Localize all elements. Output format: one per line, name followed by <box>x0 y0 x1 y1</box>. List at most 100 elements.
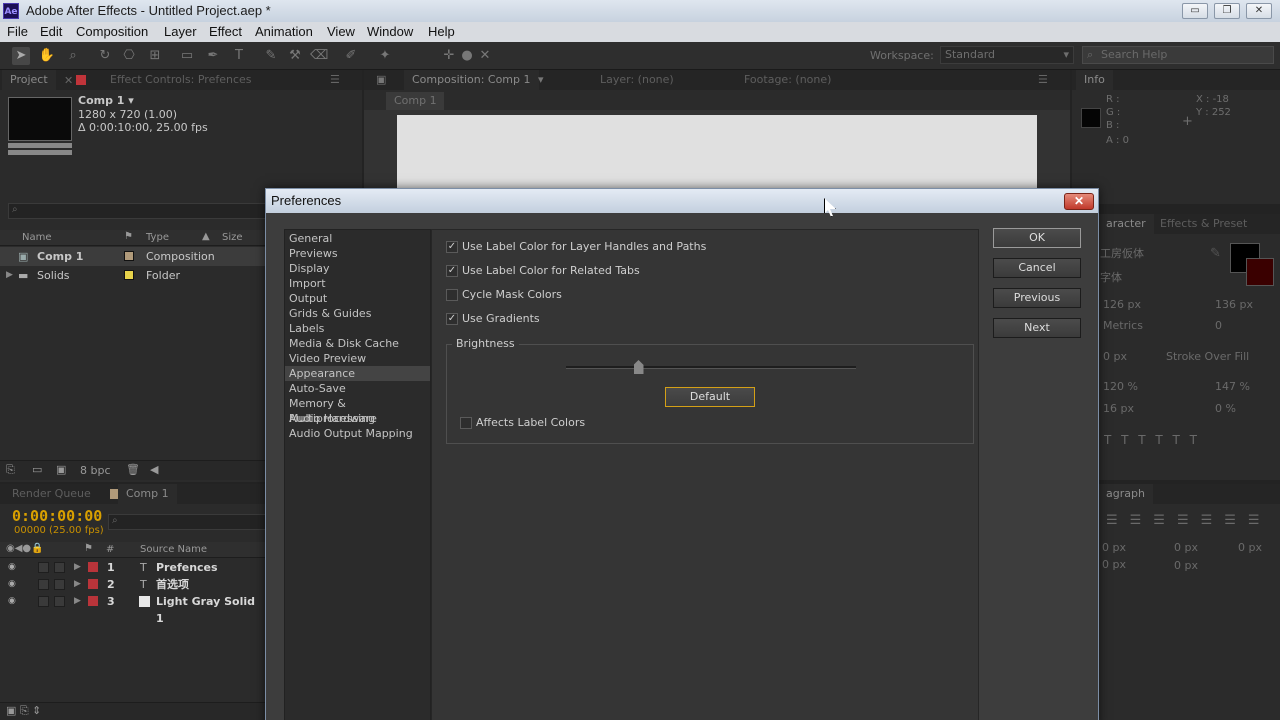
checkbox-label-color-handles[interactable]: ✓ <box>446 241 458 253</box>
brightness-slider-track[interactable] <box>566 366 856 369</box>
expand-arrow-icon[interactable]: ▶ <box>6 266 13 285</box>
timeline-footer-icons[interactable]: ▣ ⎘ ⇕ <box>6 704 41 718</box>
solo-switch[interactable] <box>38 579 49 590</box>
tab-composition[interactable]: Composition: Comp 1 <box>404 70 539 90</box>
expand-arrow-icon[interactable]: ▶ <box>74 559 81 576</box>
timeline-search-input[interactable]: ⌕ <box>108 514 266 530</box>
category-audio-hardware[interactable]: Audio Hardware <box>285 411 430 426</box>
hand-tool-icon[interactable]: ✋ <box>38 47 56 65</box>
tab-footage[interactable]: Footage: (none) <box>736 70 839 90</box>
workspace-select[interactable]: Standard ▾ <box>940 46 1074 64</box>
label-tag-icon[interactable]: ⚑ <box>84 543 93 554</box>
lock-switch[interactable] <box>54 579 65 590</box>
category-grids-guides[interactable]: Grids & Guides <box>285 306 430 321</box>
eye-icon[interactable]: ◉ <box>8 562 19 572</box>
label-color-swatch[interactable] <box>88 579 98 589</box>
selection-tool-icon[interactable]: ➤ <box>12 47 30 65</box>
world-axis-icon[interactable]: ● <box>458 47 476 65</box>
project-search-input[interactable]: ⌕ <box>8 203 266 219</box>
category-media-disk-cache[interactable]: Media & Disk Cache <box>285 336 430 351</box>
label-color-swatch[interactable] <box>88 596 98 606</box>
label-color-swatch[interactable] <box>88 562 98 572</box>
menu-window[interactable]: Window <box>367 24 413 39</box>
camera-tool-icon[interactable]: ⎔ <box>120 47 138 65</box>
search-help-input[interactable]: ⌕ Search Help <box>1082 46 1274 64</box>
scroll-left-icon[interactable]: ◀ <box>150 463 158 476</box>
new-comp-icon[interactable]: ▣ <box>56 463 66 476</box>
puppet-pin-tool-icon[interactable]: ✦ <box>376 47 394 65</box>
ok-button[interactable]: OK <box>993 228 1081 248</box>
label-tag-icon[interactable]: ⚑ <box>124 231 133 242</box>
project-item-comp1[interactable]: ▣ Comp 1 Composition <box>0 247 266 266</box>
restore-button[interactable]: ❐ <box>1214 3 1240 19</box>
tab-info[interactable]: Info <box>1076 70 1113 90</box>
solo-switch[interactable] <box>38 562 49 573</box>
checkbox-use-gradients[interactable]: ✓ <box>446 313 458 325</box>
tab-paragraph[interactable]: agraph <box>1098 484 1153 504</box>
previous-button[interactable]: Previous <box>993 288 1081 308</box>
interpret-footage-icon[interactable]: ⎘ <box>6 463 15 477</box>
minimize-button[interactable]: ▭ <box>1182 3 1208 19</box>
category-appearance[interactable]: Appearance <box>285 366 430 381</box>
bpc-label[interactable]: 8 bpc <box>80 464 111 477</box>
sort-up-icon[interactable]: ▲ <box>202 231 210 242</box>
tracking-field[interactable]: 0 <box>1215 319 1222 332</box>
category-previews[interactable]: Previews <box>285 246 430 261</box>
indent-first-field[interactable]: 0 px <box>1238 541 1262 554</box>
category-audio-output-mapping[interactable]: Audio Output Mapping <box>285 426 430 441</box>
stroke-mode-select[interactable]: Stroke Over Fill <box>1166 350 1249 363</box>
expand-arrow-icon[interactable]: ▶ <box>74 576 81 593</box>
stroke-color-swatch[interactable] <box>1246 258 1274 286</box>
kerning-field[interactable]: Metrics <box>1103 319 1143 332</box>
tab-effect-controls[interactable]: Effect Controls: Prefences <box>102 70 260 90</box>
tab-layer[interactable]: Layer: (none) <box>592 70 682 90</box>
layer-row[interactable]: ◉ ▶ 2 T 首选项 <box>0 576 266 593</box>
category-display[interactable]: Display <box>285 261 430 276</box>
project-item-solids[interactable]: ▶ ▬ Solids Folder <box>0 266 266 285</box>
category-memory-multiprocessing[interactable]: Memory & Multiprocessing <box>285 396 430 425</box>
lock-icon[interactable]: ▣ <box>376 73 386 86</box>
leading-field[interactable]: 136 px <box>1215 298 1253 311</box>
tab-comp1-timeline[interactable]: Comp 1 <box>118 484 177 504</box>
category-general[interactable]: General <box>285 231 430 246</box>
horizontal-scale-field[interactable]: 147 % <box>1215 380 1250 393</box>
brush-tool-icon[interactable]: ✎ <box>262 47 280 65</box>
vertical-scale-field[interactable]: 120 % <box>1103 380 1138 393</box>
column-size[interactable]: Size <box>222 232 243 243</box>
preferences-titlebar[interactable]: Preferences ✕ <box>266 189 1098 213</box>
solo-switch[interactable] <box>38 596 49 607</box>
menu-composition[interactable]: Composition <box>76 24 148 39</box>
font-size-field[interactable]: 126 px <box>1103 298 1141 311</box>
label-color-swatch[interactable] <box>124 251 134 261</box>
text-style-icons[interactable]: TTTTTT <box>1104 433 1207 447</box>
font-style-select[interactable]: 字体 <box>1100 269 1122 285</box>
layer-row[interactable]: ◉ ▶ 3 Light Gray Solid 1 <box>0 593 266 625</box>
menu-animation[interactable]: Animation <box>255 24 313 39</box>
chevron-down-icon[interactable]: ▾ <box>538 73 544 86</box>
zoom-tool-icon[interactable]: ⌕ <box>64 47 82 65</box>
indent-right-field[interactable]: 0 px <box>1174 541 1198 554</box>
menu-edit[interactable]: Edit <box>40 24 62 39</box>
rectangle-tool-icon[interactable]: ▭ <box>178 47 196 65</box>
close-window-button[interactable]: ✕ <box>1246 3 1272 19</box>
category-output[interactable]: Output <box>285 291 430 306</box>
stroke-width-field[interactable]: 0 px <box>1103 350 1127 363</box>
pen-tool-icon[interactable]: ✒ <box>204 47 222 65</box>
close-icon[interactable]: ✕ <box>64 74 73 87</box>
column-source-name[interactable]: Source Name <box>140 544 207 555</box>
tab-character[interactable]: aracter <box>1098 214 1154 234</box>
clone-stamp-tool-icon[interactable]: ⚒ <box>286 47 304 65</box>
text-tool-icon[interactable]: T <box>230 47 248 65</box>
eyedropper-icon[interactable]: ✎ <box>1210 246 1221 261</box>
comp-subtab[interactable]: Comp 1 <box>386 92 444 110</box>
checkbox-cycle-mask-colors[interactable] <box>446 289 458 301</box>
checkbox-label-color-tabs[interactable]: ✓ <box>446 265 458 277</box>
space-after-field[interactable]: 0 px <box>1174 559 1198 572</box>
category-import[interactable]: Import <box>285 276 430 291</box>
local-axis-icon[interactable]: ✛ <box>440 47 458 65</box>
baseline-shift-field[interactable]: 16 px <box>1103 402 1134 415</box>
eraser-tool-icon[interactable]: ⌫ <box>310 47 328 65</box>
column-type[interactable]: Type <box>146 232 169 243</box>
tab-effects-presets[interactable]: Effects & Preset <box>1152 214 1255 234</box>
indent-left-field[interactable]: 0 px <box>1102 541 1126 554</box>
